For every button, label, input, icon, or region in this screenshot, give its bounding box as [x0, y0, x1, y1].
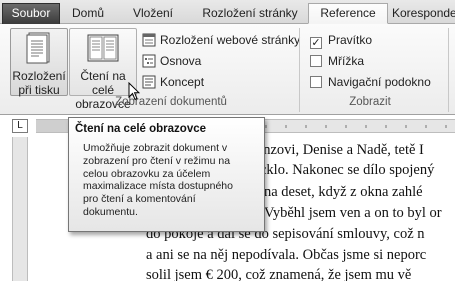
- print-layout-button[interactable]: Rozložení při tisku: [10, 28, 68, 97]
- vertical-ruler[interactable]: [12, 137, 28, 281]
- ribbon-tab-bar: Soubor Domů Vložení Rozložení stránky Re…: [0, 0, 455, 24]
- navigation-pane-checkbox-label: Navigační podokno: [328, 75, 431, 89]
- mouse-cursor-icon: [128, 81, 141, 104]
- ruler-checkbox[interactable]: ✓ Pravítko: [310, 30, 372, 50]
- web-layout-icon: [142, 33, 156, 47]
- document-line: onzovi, Denise a Nadě, tetě I: [256, 142, 424, 158]
- checkmark-icon: ✓: [310, 37, 322, 49]
- tooltip: Čtení na celé obrazovce Umožňuje zobrazi…: [68, 117, 265, 232]
- tooltip-description: Umožňuje zobrazit dokument v zobrazení p…: [83, 142, 263, 219]
- outline-label: Osnova: [160, 54, 202, 68]
- tooltip-line: pro čtení a komentování: [83, 193, 196, 206]
- tooltip-line: maximalizace místa dostupného: [83, 180, 233, 193]
- outline-icon: [142, 54, 156, 68]
- navigation-pane-checkbox[interactable]: Navigační podokno: [310, 72, 431, 92]
- tab-selector-button[interactable]: L: [12, 119, 28, 133]
- views-group-label: Zobrazení dokumentů: [115, 96, 227, 108]
- draft-label: Koncept: [160, 75, 205, 89]
- draft-button[interactable]: Koncept: [142, 72, 204, 92]
- ribbon: Rozložení při tisku Čtení na celé obrazo…: [0, 24, 455, 115]
- open-book-icon: [86, 32, 120, 67]
- tooltip-line: Umožňuje zobrazit dokument v: [83, 142, 228, 154]
- empty-checkbox-icon: [310, 55, 322, 67]
- gridlines-checkbox-label: Mřížka: [328, 54, 364, 68]
- tab-references[interactable]: Reference: [308, 3, 388, 24]
- tab-mailings[interactable]: Korespondence: [392, 4, 455, 24]
- empty-checkbox-icon: [310, 76, 322, 88]
- tooltip-line: dokumentu.: [83, 205, 138, 218]
- outline-button[interactable]: Osnova: [142, 51, 201, 71]
- group-separator: [448, 28, 449, 112]
- draft-icon: [142, 75, 156, 89]
- tab-home[interactable]: Domů: [66, 4, 110, 24]
- ruler-checkbox-label: Pravítko: [328, 33, 373, 47]
- document-line: na deset, když z okna zahlé: [264, 184, 423, 200]
- show-group-label: Zobrazit: [349, 96, 391, 108]
- tooltip-title: Čtení na celé obrazovce: [75, 123, 207, 135]
- document-line: solil jsem € 200, což znamená, že jsem m…: [146, 267, 412, 281]
- gridlines-checkbox[interactable]: Mřížka: [310, 51, 364, 71]
- tab-page-layout[interactable]: Rozložení stránky: [196, 4, 304, 24]
- tab-insert[interactable]: Vložení: [126, 4, 180, 24]
- print-layout-icon: [26, 32, 52, 67]
- print-layout-label: Rozložení při tisku: [12, 69, 66, 97]
- full-screen-reading-button[interactable]: Čtení na celé obrazovce: [69, 28, 137, 111]
- document-line: Vyběhl jsem ven a on to byl or: [264, 205, 442, 221]
- tab-file[interactable]: Soubor: [2, 3, 60, 24]
- group-separator: [299, 28, 300, 112]
- tooltip-line: celou obrazovku za účelem: [83, 167, 211, 180]
- web-layout-button[interactable]: Rozložení webové stránky: [142, 30, 300, 50]
- web-layout-label: Rozložení webové stránky: [160, 33, 301, 47]
- tooltip-line: zobrazení pro čtení v režimu na: [83, 154, 231, 167]
- document-line: a ani se na něj nepodívala. Občas jsme s…: [146, 247, 427, 263]
- document-line: cklo. Nakonec se dílo spojený: [260, 162, 435, 178]
